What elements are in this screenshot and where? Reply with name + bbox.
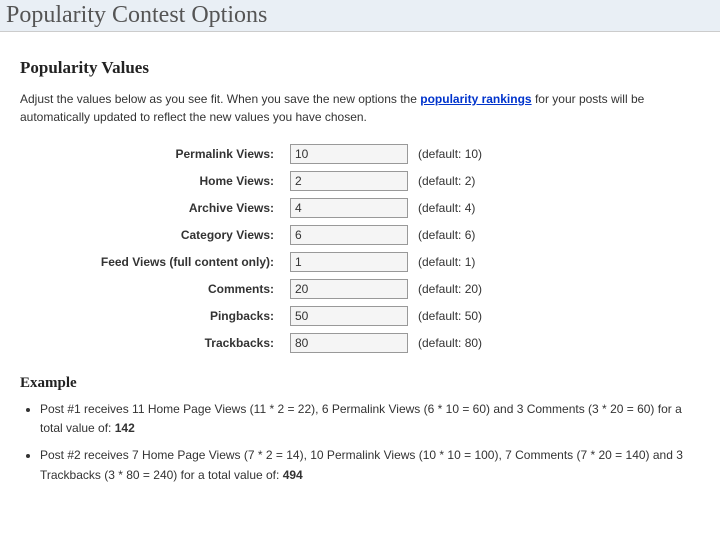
list-item: Post #1 receives 11 Home Page Views (11 … <box>40 400 700 438</box>
row-feed-views: Feed Views (full content only): (default… <box>20 252 700 272</box>
archive-views-label: Archive Views: <box>20 201 290 215</box>
row-archive-views: Archive Views: (default: 4) <box>20 198 700 218</box>
archive-views-input[interactable] <box>290 198 408 218</box>
trackbacks-label: Trackbacks: <box>20 336 290 350</box>
pingbacks-label: Pingbacks: <box>20 309 290 323</box>
example-1-text: Post #1 receives 11 Home Page Views (11 … <box>40 402 682 435</box>
trackbacks-input[interactable] <box>290 333 408 353</box>
comments-label: Comments: <box>20 282 290 296</box>
feed-views-input[interactable] <box>290 252 408 272</box>
example-heading: Example <box>20 375 700 392</box>
example-2-total: 494 <box>283 468 303 482</box>
page-title: Popularity Contest Options <box>0 0 720 32</box>
popularity-rankings-link[interactable]: popularity rankings <box>420 92 531 106</box>
home-views-input[interactable] <box>290 171 408 191</box>
home-views-label: Home Views: <box>20 174 290 188</box>
trackbacks-default: (default: 80) <box>418 336 482 350</box>
example-list: Post #1 receives 11 Home Page Views (11 … <box>40 400 700 485</box>
example-1-total: 142 <box>115 421 135 435</box>
category-views-input[interactable] <box>290 225 408 245</box>
feed-views-label: Feed Views (full content only): <box>20 255 290 269</box>
permalink-views-input[interactable] <box>290 144 408 164</box>
archive-views-default: (default: 4) <box>418 201 475 215</box>
intro-text: Adjust the values below as you see fit. … <box>20 90 700 126</box>
comments-input[interactable] <box>290 279 408 299</box>
feed-views-default: (default: 1) <box>418 255 475 269</box>
row-trackbacks: Trackbacks: (default: 80) <box>20 333 700 353</box>
category-views-default: (default: 6) <box>418 228 475 242</box>
row-comments: Comments: (default: 20) <box>20 279 700 299</box>
pingbacks-input[interactable] <box>290 306 408 326</box>
content-area: Popularity Values Adjust the values belo… <box>0 32 720 513</box>
row-permalink-views: Permalink Views: (default: 10) <box>20 144 700 164</box>
comments-default: (default: 20) <box>418 282 482 296</box>
home-views-default: (default: 2) <box>418 174 475 188</box>
pingbacks-default: (default: 50) <box>418 309 482 323</box>
permalink-views-label: Permalink Views: <box>20 147 290 161</box>
example-2-text: Post #2 receives 7 Home Page Views (7 * … <box>40 448 683 481</box>
intro-pre: Adjust the values below as you see fit. … <box>20 92 420 106</box>
category-views-label: Category Views: <box>20 228 290 242</box>
row-home-views: Home Views: (default: 2) <box>20 171 700 191</box>
section-heading: Popularity Values <box>20 58 700 78</box>
row-category-views: Category Views: (default: 6) <box>20 225 700 245</box>
list-item: Post #2 receives 7 Home Page Views (7 * … <box>40 446 700 484</box>
row-pingbacks: Pingbacks: (default: 50) <box>20 306 700 326</box>
permalink-views-default: (default: 10) <box>418 147 482 161</box>
